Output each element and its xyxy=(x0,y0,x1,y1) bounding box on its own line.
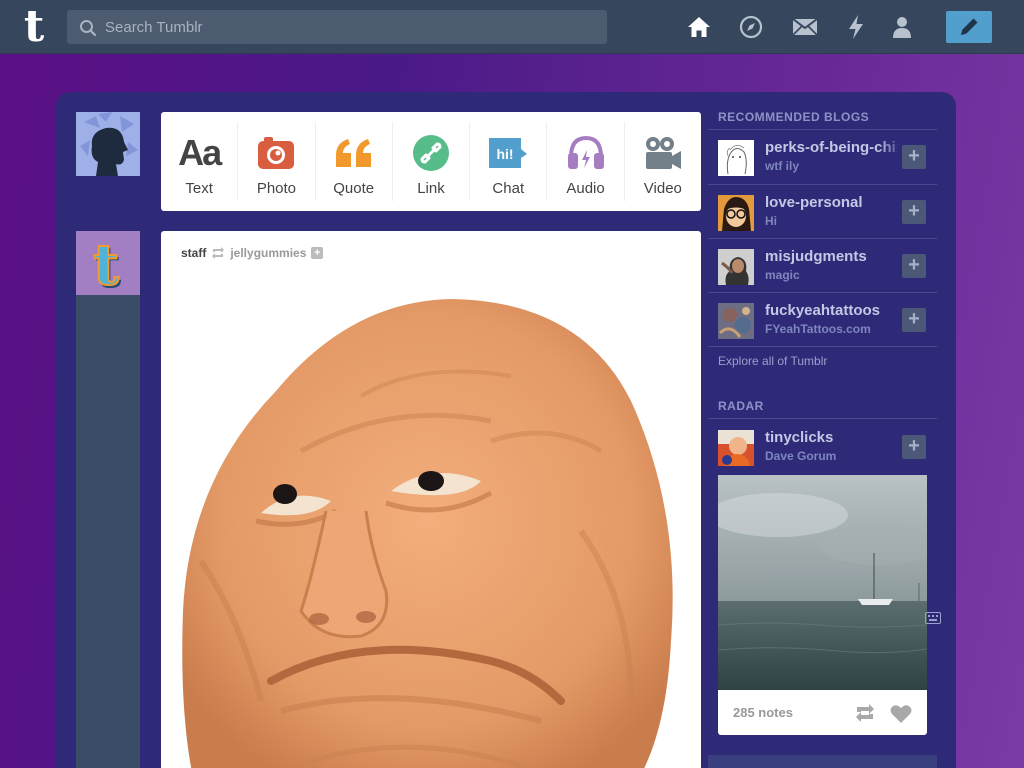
post-type-bar: Aa Text Photo Quote Link hi! Chat Audio … xyxy=(161,112,701,211)
blog-subtitle: FYeahTattoos.com xyxy=(765,322,871,336)
account-icon[interactable] xyxy=(889,14,915,40)
tumblr-logo[interactable]: t xyxy=(14,5,54,49)
new-text-post[interactable]: Aa Text xyxy=(161,122,239,201)
keyboard-shortcuts-icon[interactable] xyxy=(925,612,941,624)
recommended-blog[interactable]: love-personal Hi + xyxy=(708,185,937,239)
video-camera-icon xyxy=(645,137,681,169)
recommended-blog[interactable]: misjudgments magic + xyxy=(708,239,937,293)
follow-button[interactable]: + xyxy=(902,200,926,224)
headphones-icon xyxy=(567,135,604,169)
activity-icon[interactable] xyxy=(843,14,869,40)
post-rail xyxy=(76,295,140,768)
follow-button[interactable]: + xyxy=(902,308,926,332)
blog-subtitle: magic xyxy=(765,268,800,282)
new-quote-post[interactable]: Quote xyxy=(316,122,393,201)
explore-icon[interactable] xyxy=(738,14,764,40)
blog-avatar[interactable] xyxy=(718,430,754,466)
search-box[interactable] xyxy=(67,10,607,44)
post-type-label: Audio xyxy=(566,180,605,197)
new-video-post[interactable]: Video xyxy=(625,122,701,201)
post-type-label: Link xyxy=(417,180,445,197)
recommended-blogs-title: RECOMMENDED BLOGS xyxy=(718,110,870,124)
follow-button[interactable]: + xyxy=(902,254,926,278)
blog-subtitle: Dave Gorum xyxy=(765,449,837,463)
chat-icon: hi! xyxy=(489,138,528,168)
camera-icon xyxy=(258,137,295,169)
post-author[interactable]: staff xyxy=(181,246,206,260)
post-card: staff jellygummies + xyxy=(161,231,701,768)
link-icon xyxy=(412,135,449,171)
notes-count[interactable]: 285 notes xyxy=(733,705,793,720)
svg-text:t: t xyxy=(93,232,119,295)
pencil-icon xyxy=(961,18,978,35)
post-type-label: Text xyxy=(185,180,213,197)
new-chat-post[interactable]: hi! Chat xyxy=(470,122,548,201)
top-bar: t xyxy=(0,0,1024,54)
text-icon: Aa xyxy=(178,132,222,173)
follow-button[interactable]: + xyxy=(902,145,926,169)
recommended-blog[interactable]: perks-of-being-chir wtf ily + xyxy=(708,130,937,184)
home-icon[interactable] xyxy=(686,14,712,40)
quote-icon xyxy=(335,139,371,167)
follow-source-icon[interactable]: + xyxy=(311,247,324,259)
radar-post: 285 notes xyxy=(718,475,927,735)
radar-photo[interactable] xyxy=(718,475,927,690)
reblog-icon[interactable] xyxy=(854,704,876,722)
blog-avatar[interactable] xyxy=(718,195,754,231)
radar-title: RADAR xyxy=(718,399,764,413)
search-icon xyxy=(80,20,97,37)
post-photo[interactable] xyxy=(161,281,701,768)
explore-link[interactable]: Explore all of Tumblr xyxy=(718,354,827,368)
like-heart-icon[interactable] xyxy=(890,704,912,723)
blog-name[interactable]: tinyclicks xyxy=(765,429,897,446)
post-header: staff jellygummies + xyxy=(181,246,324,260)
new-photo-post[interactable]: Photo xyxy=(238,122,316,201)
blog-subtitle: wtf ily xyxy=(765,159,800,173)
sidebar-bottom xyxy=(708,755,937,768)
compose-button[interactable] xyxy=(946,11,992,43)
svg-text:hi!: hi! xyxy=(497,146,514,162)
user-avatar[interactable] xyxy=(76,112,140,176)
staff-avatar[interactable]: t t xyxy=(76,231,140,295)
new-audio-post[interactable]: Audio xyxy=(547,122,625,201)
blog-name[interactable]: misjudgments xyxy=(765,248,897,265)
post-type-label: Quote xyxy=(333,180,375,197)
blog-avatar[interactable] xyxy=(718,249,754,285)
reblog-icon xyxy=(212,247,225,259)
new-link-post[interactable]: Link xyxy=(393,122,471,201)
post-type-label: Chat xyxy=(492,180,525,197)
blog-name[interactable]: love-personal xyxy=(765,194,897,211)
blog-subtitle: Hi xyxy=(765,214,777,228)
inbox-icon[interactable] xyxy=(792,14,818,40)
blog-avatar[interactable] xyxy=(718,140,754,176)
blog-name[interactable]: fuckyeahtattoos xyxy=(765,302,897,319)
post-type-label: Photo xyxy=(256,180,297,197)
follow-button[interactable]: + xyxy=(902,435,926,459)
post-type-label: Video xyxy=(643,180,682,197)
radar-blog[interactable]: tinyclicks Dave Gorum + xyxy=(708,420,937,474)
recommended-blog[interactable]: fuckyeahtattoos FYeahTattoos.com + xyxy=(708,293,937,347)
search-input[interactable] xyxy=(105,10,595,44)
blog-avatar[interactable] xyxy=(718,303,754,339)
reblog-source[interactable]: jellygummies xyxy=(230,246,306,260)
